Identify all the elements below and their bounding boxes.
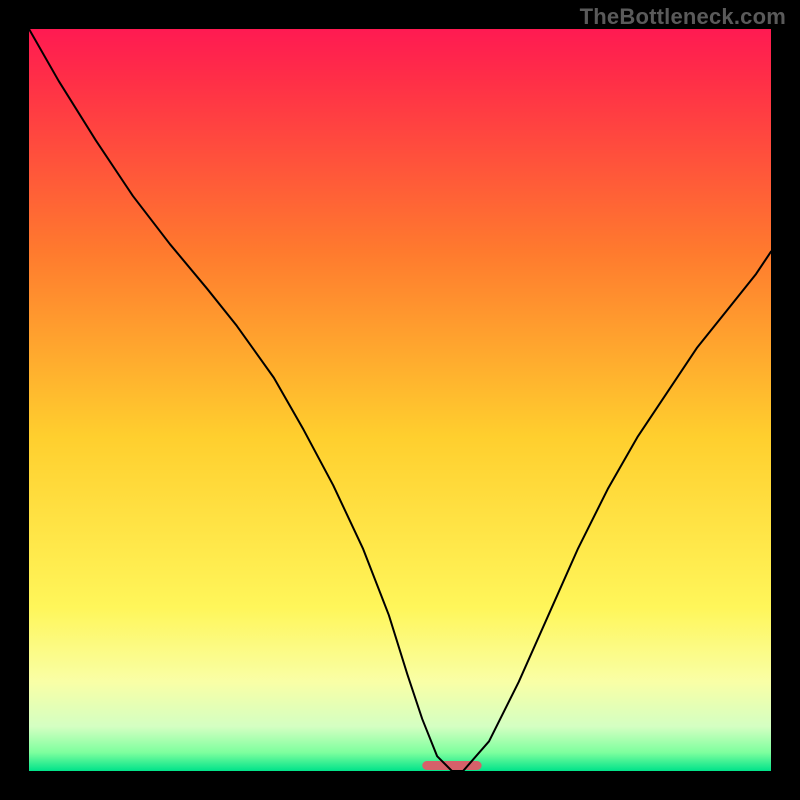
bottleneck-plot-svg — [29, 29, 771, 771]
watermark-text: TheBottleneck.com — [580, 4, 786, 30]
plot-area — [29, 29, 771, 771]
chart-frame: TheBottleneck.com — [0, 0, 800, 800]
optimal-marker — [422, 761, 481, 770]
gradient-background — [29, 29, 771, 771]
